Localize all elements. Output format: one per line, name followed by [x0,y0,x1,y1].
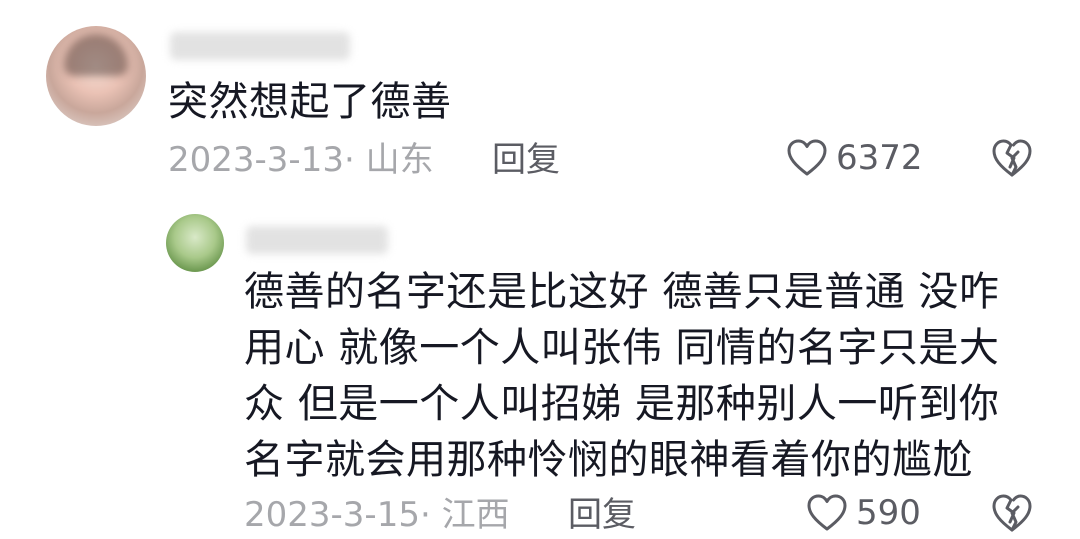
reply-button[interactable]: 回复 [492,140,560,180]
comment-date-location: 2023-3-13· 山东 [168,140,434,180]
like-count: 590 [856,493,921,533]
comment-text: 突然想起了德善 [168,79,452,125]
heart-icon [787,139,827,176]
reply-text-line: 名字就会用那种怜悯的眼神看着你的尴尬 [244,437,973,483]
reply-button[interactable]: 回复 [568,495,636,535]
username-blurred[interactable] [170,32,350,60]
reply-text-line: 用心 就像一个人叫张伟 同情的名字只是大 [244,325,1000,371]
broken-heart-icon[interactable] [990,492,1034,534]
avatar[interactable] [166,214,224,272]
reply-text-line: 德善的名字还是比这好 德善只是普通 没咋 [244,269,1000,315]
reply-date-location: 2023-3-15· 江西 [244,495,510,535]
reply-text: 德善的名字还是比这好 德善只是普通 没咋 用心 就像一个人叫张伟 同情的名字只是… [244,264,1044,488]
broken-heart-icon[interactable] [990,137,1034,179]
like-button[interactable]: 590 [806,493,921,533]
like-button[interactable]: 6372 [786,138,923,178]
like-count: 6372 [836,138,923,178]
heart-icon [807,494,847,531]
reply-text-line: 众 但是一个人叫招娣 是那种别人一听到你 [244,381,1000,427]
username-blurred[interactable] [246,226,388,254]
avatar[interactable] [46,26,146,126]
